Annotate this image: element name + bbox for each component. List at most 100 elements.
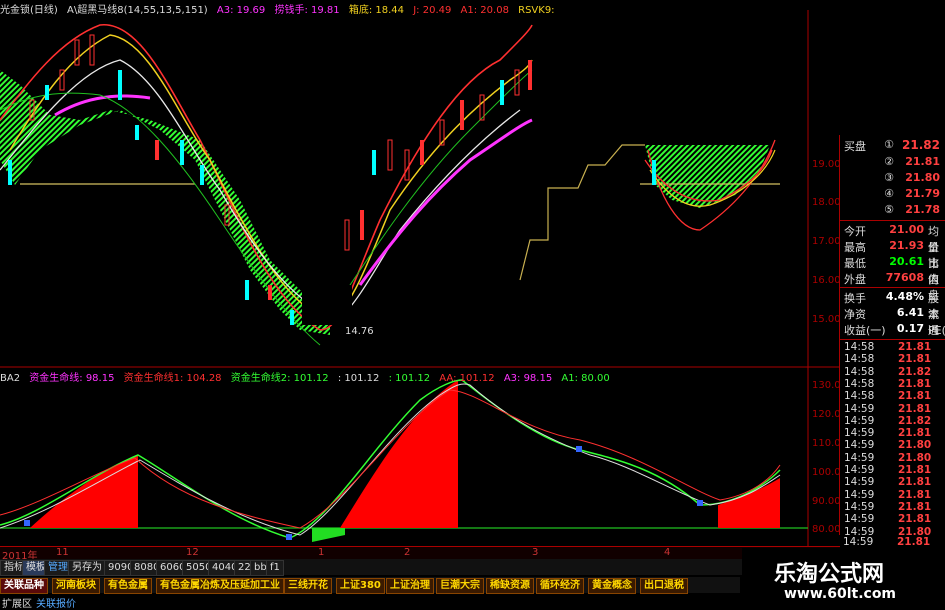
tick-price: 21.80 [898, 451, 932, 464]
bid-row[interactable]: ② 21.81 [840, 155, 945, 172]
candles [8, 34, 656, 325]
bid-row[interactable]: 买盘 ① 21.82 [840, 138, 945, 155]
tab-export-rebate[interactable]: 出口退税 [640, 578, 688, 594]
sub-line3: 资金生命线2: 101.12 [230, 373, 329, 384]
tick-time: 14:59 [844, 500, 875, 513]
y-label: 110.0 [812, 438, 841, 449]
tick-price: 21.81 [898, 513, 932, 526]
indicator-name: A\超黑马线8(14,55,13,5,151) [67, 5, 208, 16]
a1-value: A1: 20.08 [460, 5, 509, 16]
bid-level: ⑤ [884, 203, 894, 216]
tick-price: 21.82 [898, 365, 932, 378]
tick-time: 14:59 [844, 513, 875, 526]
brand-url: www.60lt.com [784, 586, 897, 602]
hatch-ribbon [0, 70, 770, 335]
y-label: 100.0 [812, 467, 841, 478]
quote-value: 20.61 [889, 255, 924, 268]
marker-4 [24, 520, 30, 526]
tab-sse-governance[interactable]: 上证治理 [386, 578, 434, 594]
green-area [312, 528, 345, 542]
tick-time: 14:59 [844, 451, 875, 464]
marker-2 [576, 446, 582, 452]
tick-list[interactable]: 14:58 21.81 14:58 21.81 14:58 21.82 14:58 21… [840, 341, 945, 538]
quote-key: 净资 [844, 308, 866, 321]
bid-row[interactable]: ③ 21.80 [840, 171, 945, 188]
quote-value: 21.00 [889, 223, 924, 236]
y-label: 18.00 [812, 197, 841, 208]
extend-label[interactable]: 扩展区 [2, 595, 32, 610]
tab-gold[interactable]: 黄金概念 [588, 578, 636, 594]
low-price-annotation: 14.76 [345, 326, 374, 337]
tick-row: 14:59 21.81 [840, 403, 945, 415]
y-label: 19.00 [812, 159, 841, 170]
quote-panel: 买盘 ① 21.82 ② 21.81 ③ 21.80 ④ 21.79 ⑤ 21.… [839, 135, 945, 538]
quote-key: 今开 [844, 225, 866, 238]
quote-key: 换手 [844, 292, 866, 305]
tick-time: 14:58 [844, 353, 875, 366]
tick-row: 14:59 21.82 [840, 415, 945, 427]
tab-henan[interactable]: 河南板块 [52, 578, 100, 594]
tab-cninfo[interactable]: 巨潮大宗 [436, 578, 484, 594]
catcher-value: 捞钱手: 19.81 [274, 5, 340, 16]
quote-row: 最高 21.93 量比 [840, 239, 945, 270]
tick-row: 14:59 21.81 [840, 501, 945, 513]
bid-row[interactable]: ④ 21.79 [840, 187, 945, 204]
tick-time: 14:59 [844, 402, 875, 415]
tab-recycle[interactable]: 循环经济 [536, 578, 584, 594]
tab-scarce[interactable]: 稀缺资源 [486, 578, 534, 594]
red-area-1 [30, 455, 138, 528]
date-label: 1 [318, 547, 325, 558]
tick-time: 14:59 [844, 439, 875, 452]
quote-value: 0.17 [896, 322, 924, 335]
tick-price: 21.81 [898, 476, 932, 489]
tick-row: 14:59 21.81 [840, 513, 945, 525]
tick-time: 14:59 [844, 427, 875, 440]
tick-price: 21.81 [898, 377, 932, 390]
quote-key: 最高 [844, 241, 866, 254]
tick-price: 21.82 [898, 414, 932, 427]
tick-time: 14:58 [844, 390, 875, 403]
tick-row: 14:58 21.81 [840, 341, 945, 353]
tab-sse380[interactable]: 上证380 [336, 578, 385, 594]
bid-level: ④ [884, 187, 894, 200]
sub-legend: BA2 资金生命线: 98.15 资金生命线1: 104.28 资金生命线2: … [0, 369, 616, 384]
j-value: J: 20.49 [413, 5, 452, 16]
tick-price: 21.81 [898, 464, 932, 476]
quote-value: 77608 [885, 271, 924, 284]
tick-price: 21.80 [898, 439, 932, 452]
tab-smelting[interactable]: 有色金属冶炼及压延加工业 [156, 578, 284, 594]
date-label: 3 [532, 547, 539, 558]
quote-key: 外盘 [844, 273, 866, 286]
tick-time: 14:59 [844, 464, 875, 476]
sub-a1: A1: 80.00 [561, 373, 610, 384]
quote-key: 最低 [844, 257, 866, 270]
sub-line4: : 101.12 [337, 373, 380, 384]
tab-three-lines[interactable]: 三线开花 [284, 578, 332, 594]
y-label: 90.00 [812, 496, 841, 507]
tick-price: 21.81 [898, 500, 932, 513]
extend-area: 扩展区 关联报价 [0, 595, 740, 610]
bid-row[interactable]: ⑤ 21.78 [840, 203, 945, 220]
quote-row: 净资 6.41 流通 [840, 306, 945, 337]
tick-time: 14:58 [844, 341, 875, 353]
tool-save-as[interactable]: 另存为 [68, 560, 106, 576]
tick-row: 14:58 21.82 [840, 366, 945, 378]
sector-tabs: 关联品种 河南板块 有色金属 有色金属冶炼及压延加工业 三线开花 上证380 上… [0, 577, 740, 594]
quote-row: 换手 4.48% 股本 [840, 290, 945, 321]
stock-title: 光金锁(日线) [0, 5, 58, 16]
quote-row: 收益(一) 0.17 PE(动 [840, 322, 945, 338]
tick-price: 21.81 [898, 341, 932, 353]
tick-time: 14:59 [843, 536, 874, 548]
tick-price: 21.81 [897, 536, 931, 548]
marker-1 [286, 534, 292, 540]
y-label: 15.00 [812, 314, 841, 325]
tab-nonferrous[interactable]: 有色金属 [104, 578, 152, 594]
tool-f1[interactable]: f1 [266, 560, 284, 576]
brand-name: 乐淘公式网 [774, 561, 885, 587]
sub-a3: A3: 98.15 [503, 373, 553, 384]
quote-key2: PE(动 [928, 324, 945, 337]
price-chart[interactable] [0, 0, 840, 546]
related-quote-link[interactable]: 关联报价 [36, 595, 76, 610]
tab-related[interactable]: 关联品种 [0, 578, 48, 594]
tick-row: 14:59 21.81 [840, 464, 945, 476]
